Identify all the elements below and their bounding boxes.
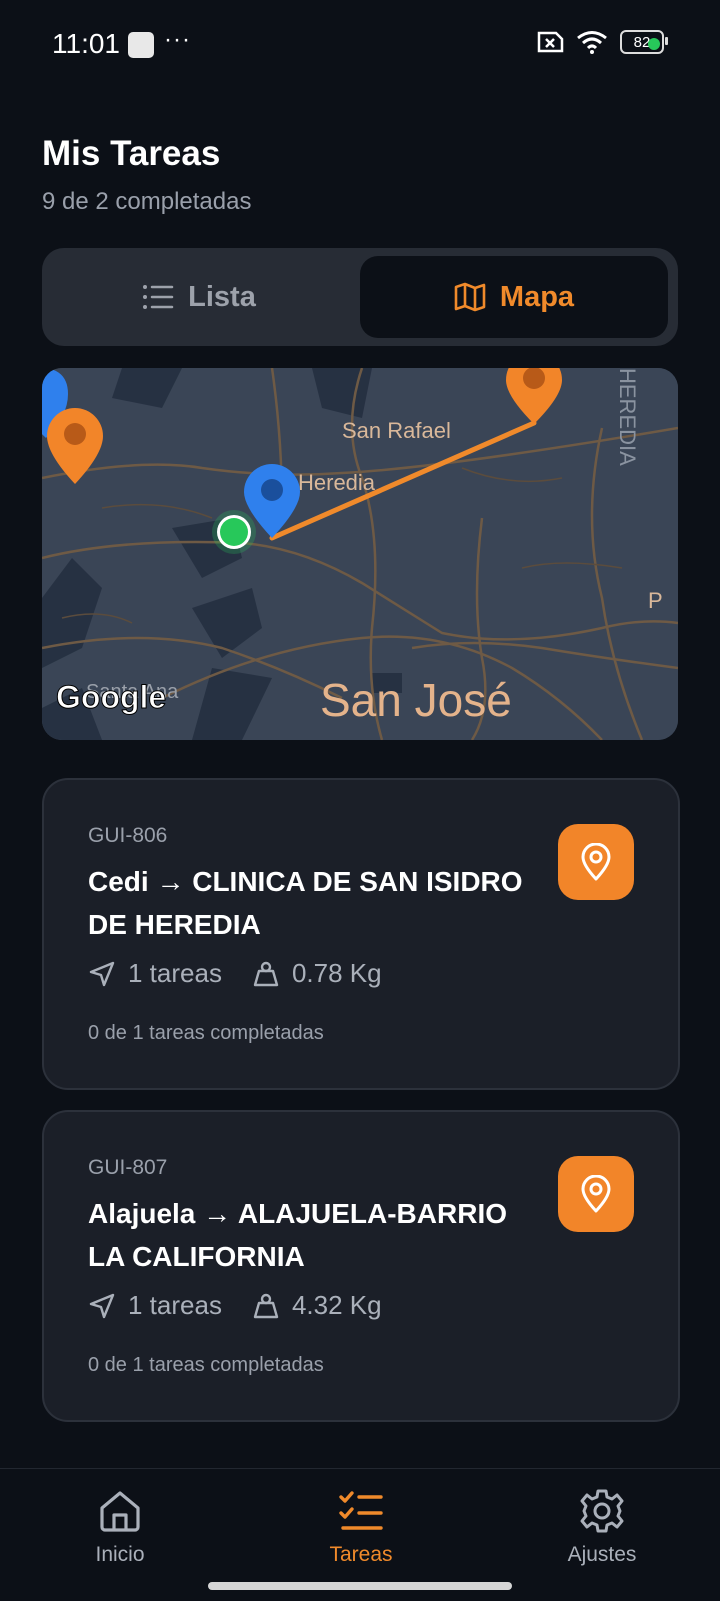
locate-task-button[interactable] [558,824,634,900]
nav-item-settings[interactable]: Ajustes [532,1487,672,1567]
home-indicator[interactable] [208,1582,512,1590]
locate-task-button[interactable] [558,1156,634,1232]
page-subtitle: 9 de 2 completadas [42,188,252,215]
task-count: 1 tareas [88,958,222,989]
current-location-icon [212,510,256,554]
task-weight-label: 4.32 Kg [291,1290,382,1320]
weight-icon [253,1293,279,1318]
map-pin-icon [581,843,611,881]
google-logo: Google [56,679,166,715]
tab-map[interactable]: Mapa [360,256,668,338]
task-stats: 1 tareas 0.78 Kg [88,958,412,989]
tab-map-label: Mapa [499,280,575,313]
task-card[interactable]: GUI-807 Alajuela → ALAJUELA-BARRIO LA CA… [42,1110,680,1422]
gear-icon [580,1489,624,1533]
no-sim-icon [537,31,564,53]
more-notifications-icon: ··· [164,26,191,53]
map-label-heredia-vertical: HEREDIA [615,368,640,466]
task-stats: 1 tareas 4.32 Kg [88,1290,412,1321]
task-title: Cedi → CLINICA DE SAN ISIDRO DE HEREDIA [88,866,523,940]
task-title: Alajuela → ALAJUELA-BARRIO LA CALIFORNIA [88,1198,508,1272]
home-icon [100,1491,140,1532]
nav-home-label: Inicio [95,1543,145,1566]
task-progress: 0 de 1 tareas completadas [88,1022,324,1044]
privacy-indicator-dot [648,38,660,50]
wifi-icon [577,31,607,54]
status-icons: 82 [534,30,668,54]
view-toggle: Lista Mapa [42,248,678,346]
task-weight: 0.78 Kg [252,958,382,989]
tab-list-label: Lista [188,280,256,313]
navigation-icon [89,1293,115,1318]
map-icon [454,282,486,312]
map-label-san-rafael: San Rafael [342,418,451,443]
notification-icon [128,32,154,58]
task-code: GUI-806 [88,824,168,847]
status-time: 11:01 [52,28,120,59]
map-pin-icon [581,1175,611,1213]
task-weight-label: 0.78 Kg [291,958,382,988]
status-bar: 11:01 ··· 82 [0,0,720,90]
task-list-icon [339,1491,383,1530]
map-canvas[interactable]: San Rafael Heredia HEREDIA Santa Ana San… [42,368,678,740]
navigation-icon [89,961,115,986]
task-count: 1 tareas [88,1290,222,1321]
task-progress: 0 de 1 tareas completadas [88,1354,324,1376]
nav-settings-label: Ajustes [567,1543,637,1566]
map-label-edge: P [648,588,663,613]
nav-item-home[interactable]: Inicio [50,1487,190,1567]
nav-item-tasks[interactable]: Tareas [291,1487,431,1567]
weight-icon [253,961,279,986]
task-code: GUI-807 [88,1156,168,1179]
tab-list[interactable]: Lista [50,256,348,338]
list-icon [143,285,174,309]
nav-tasks-label: Tareas [329,1543,393,1566]
task-card[interactable]: GUI-806 Cedi → CLINICA DE SAN ISIDRO DE … [42,778,680,1090]
task-count-label: 1 tareas [128,1290,222,1320]
task-weight: 4.32 Kg [252,1290,382,1321]
page-title: Mis Tareas [42,134,221,173]
task-count-label: 1 tareas [128,958,222,988]
map-label-heredia: Heredia [298,470,376,495]
map-label-san-jose: San José [320,674,512,726]
map-view[interactable]: San Rafael Heredia HEREDIA Santa Ana San… [42,368,678,740]
